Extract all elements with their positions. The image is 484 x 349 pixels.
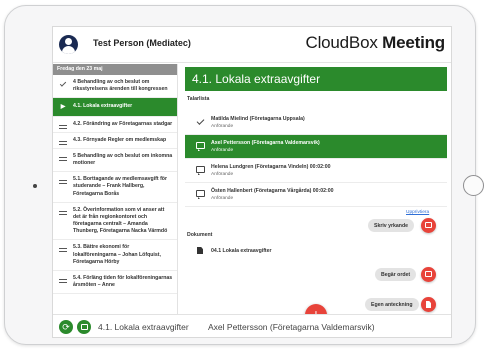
- main-panel: 4.1. Lokala extraavgifter Talarlista Mat…: [185, 64, 447, 314]
- equal-icon: [59, 140, 67, 145]
- speaker-name: Östen Hallenbert (Företagarna Vårgårda) …: [211, 188, 334, 194]
- app-header: Test Person (Mediatec) CloudBox Meeting: [53, 27, 451, 63]
- agenda-title: 4.1. Lokala extraavgifter: [185, 67, 447, 91]
- agenda-item-label: 4.2. Förändring av Företagarnas stadgar: [73, 120, 173, 127]
- camera-dot: [33, 184, 37, 188]
- request-floor-label[interactable]: Begär ordet: [375, 268, 417, 281]
- date-header: Fredag den 23 maj: [53, 64, 177, 75]
- agenda-item-label: 5.2. Överinformation som vi anser att de…: [73, 206, 168, 235]
- agenda-item-label: 4 Behandling av och beslut om riksstyrel…: [73, 79, 168, 93]
- equal-icon: [59, 210, 67, 215]
- check-icon: [196, 117, 205, 125]
- agenda-item[interactable]: 5.2. Överinformation som vi anser att de…: [53, 203, 177, 241]
- agenda-item-label: 5.3. Bättre ekonomi för lokalföreningarn…: [73, 244, 161, 265]
- agenda-item[interactable]: 5.3. Bättre ekonomi för lokalföreningarn…: [53, 240, 177, 271]
- speaker-status: Anförande: [211, 172, 234, 177]
- brand-logo: CloudBox Meeting: [305, 33, 446, 53]
- agenda-item[interactable]: 4 Behandling av och beslut om riksstyrel…: [53, 75, 177, 99]
- speaker-row[interactable]: Matilda Mielind (Företagarna Uppsala) An…: [185, 111, 447, 135]
- own-note-label[interactable]: Egen anteckning: [365, 298, 419, 311]
- refresh-button[interactable]: ⟳: [59, 320, 73, 334]
- chat-button[interactable]: [77, 320, 91, 334]
- status-footer: ⟳ 4.1. Lokala extraavgifter Axel Petters…: [53, 314, 451, 337]
- check-icon: [59, 80, 67, 87]
- equal-icon: [59, 179, 67, 185]
- speaker-list: Matilda Mielind (Företagarna Uppsala) An…: [185, 111, 447, 207]
- equal-icon: [59, 124, 67, 129]
- equal-icon: [59, 156, 67, 161]
- speaker-row[interactable]: Östen Hallenbert (Företagarna Vårgårda) …: [185, 183, 447, 207]
- speech-bubble-icon: [80, 323, 88, 330]
- speaker-row-active[interactable]: Axel Pettersson (Företagarna Valdemarsvi…: [185, 135, 447, 159]
- equal-icon: [59, 247, 67, 253]
- agenda-item-label: 5 Behandling av och beslut om inkomna mo…: [73, 152, 173, 167]
- speaker-status: Anförande: [211, 148, 234, 153]
- home-button[interactable]: [463, 175, 484, 196]
- tablet-frame: Test Person (Mediatec) CloudBox Meeting …: [4, 5, 484, 345]
- speech-bubble-icon: [196, 190, 205, 199]
- equal-icon: [59, 278, 67, 283]
- footer-current-item: 4.1. Lokala extraavgifter: [98, 322, 189, 332]
- agenda-sidebar: Fredag den 23 maj 4 Behandling av och be…: [53, 64, 178, 314]
- play-icon: ▶: [60, 104, 66, 111]
- speech-bubble-icon: [196, 166, 205, 175]
- write-proposal-button[interactable]: [421, 218, 436, 233]
- document-name: 04.1 Lokala extraavgifter: [211, 248, 272, 254]
- speaker-name: Matilda Mielind (Företagarna Uppsala): [211, 116, 305, 122]
- speakers-label: Talarlista: [187, 96, 210, 102]
- document-icon: [426, 301, 431, 308]
- own-note-button[interactable]: [421, 297, 436, 312]
- document-icon: [197, 247, 203, 254]
- request-floor-button[interactable]: [421, 267, 436, 282]
- user-avatar-icon[interactable]: [59, 35, 78, 54]
- speech-bubble-icon: [425, 222, 432, 228]
- agenda-item[interactable]: 4.2. Förändring av Företagarnas stadgar: [53, 117, 177, 133]
- agenda-item[interactable]: 4.3. Förnyade Regler om medlemskap: [53, 133, 177, 149]
- agenda-item[interactable]: 5.1. Borttagande av medlemsavgift för st…: [53, 172, 177, 203]
- brand-light: CloudBox: [305, 33, 378, 52]
- footer-current-speaker: Axel Pettersson (Företagarna Valdemarsvi…: [208, 322, 375, 332]
- speaker-status: Anförande: [211, 124, 234, 129]
- speech-bubble-icon: [425, 271, 432, 277]
- agenda-item-active[interactable]: ▶ 4.1. Lokala extraavgifter: [53, 98, 177, 117]
- agenda-item-label: 4.1. Lokala extraavgifter: [73, 103, 133, 110]
- user-name: Test Person (Mediatec): [93, 38, 191, 48]
- agenda-item-label: 5.4. Förläng tiden för lokalföreningarna…: [73, 274, 173, 289]
- undo-link[interactable]: Upprivtiera: [406, 210, 429, 215]
- agenda-item[interactable]: 5 Behandling av och beslut om inkomna mo…: [53, 149, 177, 173]
- app-screen: Test Person (Mediatec) CloudBox Meeting …: [52, 26, 452, 338]
- brand-bold: Meeting: [382, 33, 445, 52]
- speaker-name: Axel Pettersson (Företagarna Valdemarsvi…: [211, 140, 320, 146]
- agenda-item-label: 4.3. Förnyade Regler om medlemskap: [73, 136, 167, 143]
- speaker-row[interactable]: Helena Lundgren (Företagarna Vindeln) 00…: [185, 159, 447, 183]
- agenda-item-label: 5.1. Borttagande av medlemsavgift för st…: [73, 176, 167, 197]
- document-item[interactable]: 04.1 Lokala extraavgifter: [185, 242, 365, 260]
- agenda-item[interactable]: 5.4. Förläng tiden för lokalföreningarna…: [53, 271, 177, 295]
- documents-label: Dokument: [187, 232, 213, 238]
- write-proposal-label[interactable]: Skriv yrkande: [368, 219, 415, 232]
- speaker-name: Helena Lundgren (Företagarna Vindeln) 00…: [211, 164, 331, 170]
- speech-bubble-icon: [196, 142, 205, 151]
- speaker-status: Anförande: [211, 196, 234, 201]
